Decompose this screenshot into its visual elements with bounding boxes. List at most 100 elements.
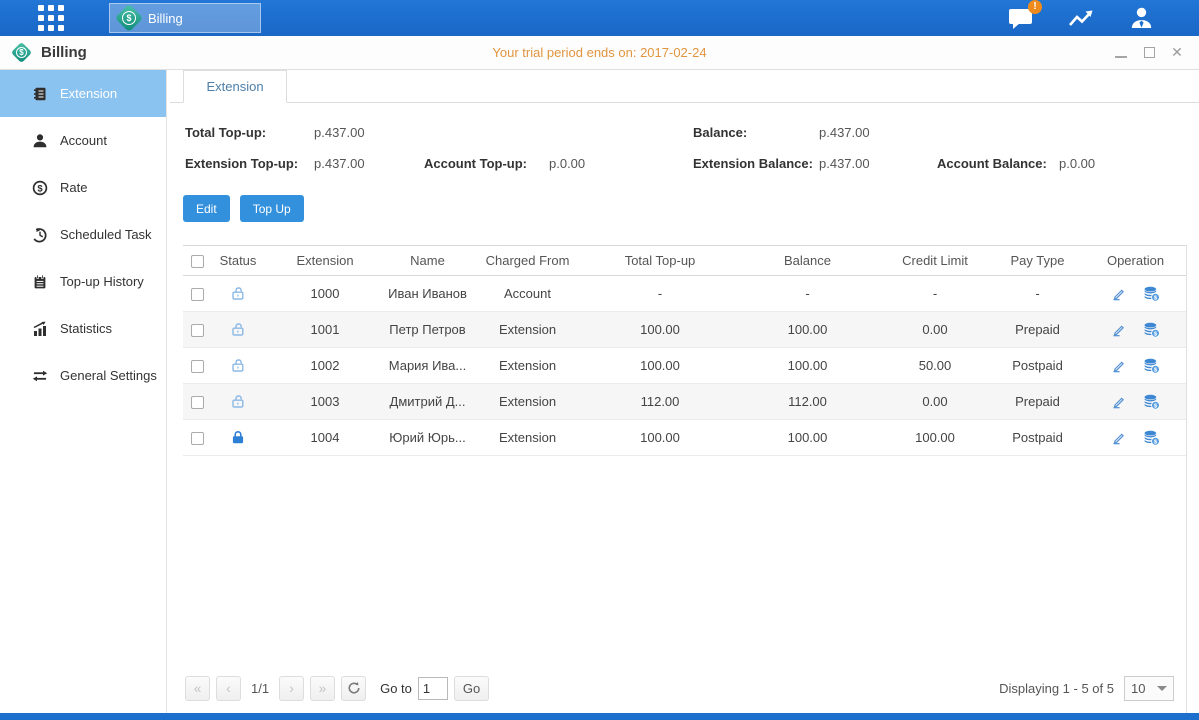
top-up-button[interactable]: Top Up [240,195,304,222]
cell-name: Дмитрий Д... [385,384,470,420]
sidebar-item-label: Scheduled Task [60,227,152,242]
edit-button[interactable]: Edit [183,195,230,222]
col-extension: Extension [265,246,385,276]
cell-charged-from: Extension [470,312,585,348]
unlocked-icon [230,393,246,410]
go-button[interactable]: Go [454,676,489,701]
ledger-icon [32,86,48,102]
topup-row-icon[interactable]: $ [1143,429,1160,446]
cell-pay-type: Postpaid [990,420,1085,456]
cell-name: Петр Петров [385,312,470,348]
cell-charged-from: Account [470,276,585,312]
account-balance-value: p.0.00 [1059,156,1187,171]
col-balance: Balance [735,246,880,276]
sidebar-item-statistics[interactable]: Statistics [0,305,166,352]
table-row[interactable]: 1000Иван ИвановAccount----$ [183,276,1186,312]
status-lock-icon [230,429,246,444]
window-titlebar: $ Billing Your trial period ends on: 201… [0,36,1199,70]
cell-extension: 1002 [265,348,385,384]
sidebar-item-label: General Settings [60,368,157,383]
minimize-button[interactable] [1113,45,1129,61]
topup-row-icon[interactable]: $ [1143,393,1160,410]
row-checkbox[interactable] [191,324,204,337]
bar-chart-icon [32,321,48,337]
locked-icon [230,429,246,446]
extension-balance-label: Extension Balance: [693,156,819,171]
table-row[interactable]: 1001Петр ПетровExtension100.00100.000.00… [183,312,1186,348]
cell-balance: 100.00 [735,420,880,456]
next-page-button[interactable]: › [279,676,304,701]
extension-balance-value: p.437.00 [819,156,937,171]
goto-page-input[interactable] [418,677,448,700]
sidebar-item-label: Extension [60,86,117,101]
cell-extension: 1004 [265,420,385,456]
edit-row-icon[interactable] [1111,286,1126,301]
cell-charged-from: Extension [470,384,585,420]
balance-value: p.437.00 [819,125,937,140]
sidebar: Extension Account $ Rate Scheduled Task [0,70,167,713]
taskbar-tab-label: Billing [148,11,183,26]
refresh-button[interactable] [341,676,366,701]
sidebar-item-rate[interactable]: $ Rate [0,164,166,211]
row-checkbox[interactable] [191,432,204,445]
cell-pay-type: Prepaid [990,312,1085,348]
sidebar-item-scheduled-task[interactable]: Scheduled Task [0,211,166,258]
status-lock-icon [230,285,246,300]
page-size-select[interactable]: 10 [1124,676,1174,701]
topup-row-icon[interactable]: $ [1143,285,1160,302]
cell-extension: 1003 [265,384,385,420]
pagination-bar: « ‹ 1/1 › » Go to Go Displaying 1 - 5 of… [183,671,1186,713]
line-chart-icon[interactable] [1068,6,1095,30]
taskbar-tab-billing[interactable]: $ Billing [109,3,261,33]
col-pay-type: Pay Type [990,246,1085,276]
goto-label: Go to [380,681,412,696]
total-topup-label: Total Top-up: [185,125,314,140]
account-balance-label: Account Balance: [937,156,1059,171]
col-total-topup: Total Top-up [585,246,735,276]
edit-row-icon[interactable] [1111,358,1126,373]
billing-diamond-icon: $ [115,4,143,32]
cell-total-topup: 100.00 [585,348,735,384]
person-icon [32,133,48,149]
row-checkbox[interactable] [191,396,204,409]
row-checkbox[interactable] [191,360,204,373]
cell-total-topup: 100.00 [585,312,735,348]
maximize-button[interactable] [1141,45,1157,61]
tab-bar: Extension [170,70,1199,103]
topup-row-icon[interactable]: $ [1143,357,1160,374]
cell-charged-from: Extension [470,348,585,384]
displaying-text: Displaying 1 - 5 of 5 [999,681,1114,696]
last-page-button[interactable]: » [310,676,335,701]
select-all-checkbox[interactable] [191,255,204,268]
edit-row-icon[interactable] [1111,430,1126,445]
extension-grid: Status Extension Name Charged From Total… [183,245,1187,713]
sidebar-item-general-settings[interactable]: General Settings [0,352,166,399]
sidebar-item-topup-history[interactable]: Top-up History [0,258,166,305]
first-page-button[interactable]: « [185,676,210,701]
table-row[interactable]: 1004Юрий Юрь...Extension100.00100.00100.… [183,420,1186,456]
edit-row-icon[interactable] [1111,322,1126,337]
row-checkbox[interactable] [191,288,204,301]
sidebar-item-label: Rate [60,180,87,195]
cell-balance: 112.00 [735,384,880,420]
close-button[interactable]: ✕ [1169,45,1185,61]
app-grid-icon[interactable] [38,5,64,31]
tab-extension[interactable]: Extension [183,70,287,103]
billing-summary: Total Top-up: p.437.00 Balance: p.437.00… [183,103,1187,193]
balance-label: Balance: [693,125,819,140]
topup-row-icon[interactable]: $ [1143,321,1160,338]
notification-badge: ! [1028,0,1042,14]
edit-row-icon[interactable] [1111,394,1126,409]
chat-icon[interactable]: ! [1008,6,1034,30]
cell-credit-limit: - [880,276,990,312]
cell-pay-type: Prepaid [990,384,1085,420]
table-row[interactable]: 1002Мария Ива...Extension100.00100.0050.… [183,348,1186,384]
user-icon[interactable] [1129,6,1154,30]
sidebar-item-account[interactable]: Account [0,117,166,164]
table-header-row: Status Extension Name Charged From Total… [183,246,1186,276]
cell-credit-limit: 0.00 [880,384,990,420]
prev-page-button[interactable]: ‹ [216,676,241,701]
cell-total-topup: - [585,276,735,312]
table-row[interactable]: 1003Дмитрий Д...Extension112.00112.000.0… [183,384,1186,420]
sidebar-item-extension[interactable]: Extension [0,70,166,117]
